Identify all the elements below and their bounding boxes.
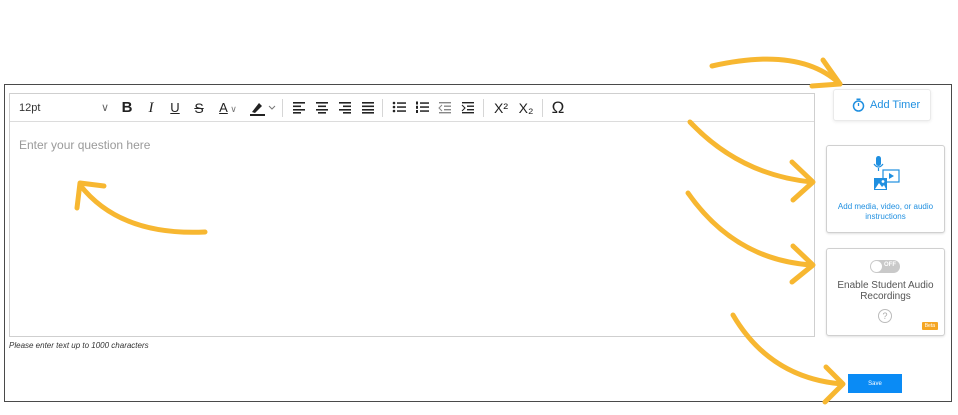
arrow-to-timer: [709, 56, 843, 89]
audio-recording-toggle[interactable]: OFF: [870, 260, 900, 273]
save-button[interactable]: Save: [848, 374, 902, 393]
highlight-color-button[interactable]: [248, 98, 278, 118]
numbered-list-button[interactable]: [413, 98, 431, 118]
toggle-knob: [871, 261, 882, 272]
add-media-button[interactable]: Add media, video, or audio instructions: [826, 145, 945, 233]
align-left-button[interactable]: [290, 98, 308, 118]
toolbar-divider: [382, 99, 383, 117]
outdent-icon: [438, 102, 451, 114]
superscript-button[interactable]: X²: [490, 98, 512, 118]
font-size-value: 12pt: [19, 102, 41, 114]
justify-button[interactable]: [359, 98, 377, 118]
toggle-state-label: OFF: [884, 262, 896, 268]
beta-badge: Beta: [921, 322, 938, 330]
subscript-button[interactable]: X₂: [515, 98, 537, 118]
text-color-glyph: A: [219, 100, 228, 115]
italic-button[interactable]: I: [143, 98, 159, 118]
indent-button[interactable]: [459, 98, 477, 118]
chevron-down-icon: ∨: [227, 104, 237, 114]
align-center-button[interactable]: [313, 98, 331, 118]
align-right-button[interactable]: [336, 98, 354, 118]
add-timer-button[interactable]: Add Timer: [833, 89, 931, 121]
chevron-down-icon: ∨: [100, 102, 109, 114]
add-timer-label: Add Timer: [870, 99, 921, 111]
bullet-list-icon: [392, 101, 406, 113]
align-center-icon: [316, 102, 328, 114]
font-size-select[interactable]: 12pt ∨: [19, 98, 109, 118]
toolbar-divider: [483, 99, 484, 117]
help-icon[interactable]: ?: [878, 309, 892, 323]
toolbar-divider: [542, 99, 543, 117]
bold-button[interactable]: B: [119, 98, 135, 118]
rich-text-editor[interactable]: 12pt ∨ B I U S A ∨ X² X₂ Ω Enter your qu…: [9, 93, 815, 337]
underline-button[interactable]: U: [167, 98, 183, 118]
editor-toolbar: 12pt ∨ B I U S A ∨ X² X₂ Ω: [10, 94, 814, 122]
align-left-icon: [293, 102, 305, 114]
strikethrough-button[interactable]: S: [191, 98, 207, 118]
audio-recording-label: Enable Student Audio Recordings: [837, 280, 934, 302]
stopwatch-icon: [852, 98, 865, 117]
highlighter-icon: [250, 103, 276, 116]
character-limit-hint: Please enter text up to 1000 characters: [9, 341, 149, 350]
align-justify-icon: [362, 102, 374, 114]
numbered-list-icon: [416, 101, 429, 113]
media-upload-icon: [872, 156, 902, 197]
special-character-button[interactable]: Ω: [548, 98, 568, 118]
question-placeholder: Enter your question here: [19, 138, 151, 152]
bullet-list-button[interactable]: [390, 98, 408, 118]
toolbar-divider: [282, 99, 283, 117]
indent-icon: [461, 102, 474, 114]
text-color-button[interactable]: A ∨: [215, 98, 241, 118]
student-audio-recording-card: OFF Enable Student Audio Recordings ? Be…: [826, 248, 945, 336]
outdent-button[interactable]: [436, 98, 454, 118]
align-right-icon: [339, 102, 351, 114]
add-media-label: Add media, video, or audio instructions: [837, 202, 934, 221]
